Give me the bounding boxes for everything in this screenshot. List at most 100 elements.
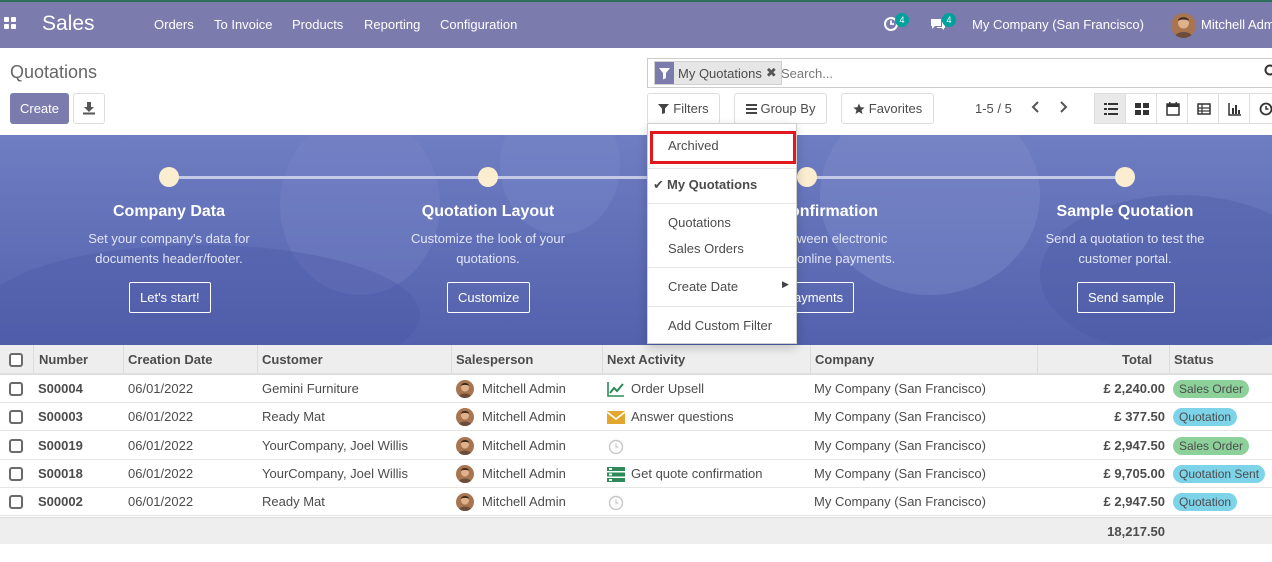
filter-archived[interactable]: Archived [668, 138, 719, 153]
top-navbar: Sales Orders To Invoice Products Reporti… [0, 0, 1272, 48]
row-total: £ 2,947.50 [1103, 494, 1165, 510]
lets-start-button[interactable]: Let's start! [129, 282, 211, 313]
table-icon [1197, 103, 1211, 115]
filters-button[interactable]: Filters [647, 93, 720, 124]
order-number: S00019 [38, 437, 83, 453]
clock-icon[interactable] [607, 494, 625, 511]
customer-name: YourCompany, Joel Willis [262, 465, 408, 481]
customer-name: Gemini Furniture [262, 381, 359, 396]
search-input[interactable]: Search... [781, 66, 833, 81]
facet-label: My Quotations [678, 65, 762, 81]
status-badge: Sales Order [1173, 380, 1250, 398]
header-company[interactable]: Company [815, 352, 874, 367]
view-list-button[interactable] [1094, 93, 1126, 124]
header-creation-date[interactable]: Creation Date [128, 352, 213, 367]
table-row[interactable]: S00018 06/01/2022 YourCompany, Joel Willis… [0, 459, 1272, 488]
check-icon: ✔ [653, 177, 664, 192]
next-activity: Get quote confirmation [631, 465, 763, 481]
table-row[interactable]: S00004 06/01/2022 Gemini Furniture Mitchell… [0, 375, 1272, 403]
clock-icon[interactable] [607, 438, 625, 454]
view-pivot-button[interactable] [1187, 93, 1219, 124]
salesperson-name: Mitchell Admin [482, 381, 566, 396]
header-status[interactable]: Status [1174, 352, 1214, 367]
filter-create-date[interactable]: Create Date [668, 279, 738, 294]
search-icon[interactable] [1264, 64, 1272, 78]
pager-next-icon[interactable] [1057, 100, 1069, 114]
messages-count-badge: 4 [942, 13, 956, 27]
search-facet-my-quotations[interactable]: My Quotations ✖ [654, 61, 782, 85]
next-activity: Order Upsell [631, 381, 704, 396]
filters-label: Filters [673, 101, 709, 116]
customer-name: YourCompany, Joel Willis [262, 437, 408, 453]
export-button[interactable] [73, 93, 105, 124]
filter-my-quotations[interactable]: ✔ My Quotations [653, 177, 757, 193]
menu-reporting[interactable]: Reporting [364, 17, 420, 32]
filter-sales-orders[interactable]: Sales Orders [668, 241, 744, 256]
step-dot-confirmation [797, 167, 817, 187]
chart-line-icon[interactable] [607, 381, 625, 397]
table-row[interactable]: S00002 06/01/2022 Ready Mat Mitchell Admin M… [0, 488, 1272, 517]
row-checkbox[interactable] [9, 382, 23, 396]
row-checkbox[interactable] [9, 438, 23, 453]
user-avatar[interactable] [1171, 13, 1196, 38]
menu-orders[interactable]: Orders [154, 17, 194, 32]
select-all-checkbox[interactable] [9, 353, 23, 367]
app-name[interactable]: Sales [42, 12, 95, 36]
header-salesperson[interactable]: Salesperson [456, 352, 533, 367]
pager-value[interactable]: 1-5 / 5 [975, 101, 1012, 116]
step-desc-sample-quotation: Send a quotation to test the customer por… [1045, 231, 1205, 266]
pager-previous-icon[interactable] [1030, 100, 1042, 114]
bar-chart-icon [1228, 103, 1241, 116]
view-calendar-button[interactable] [1156, 93, 1188, 124]
tasks-icon[interactable] [607, 466, 625, 482]
row-total: £ 2,240.00 [1103, 381, 1165, 396]
salesperson-name: Mitchell Admin [482, 465, 566, 481]
star-icon [853, 103, 865, 114]
row-total: £ 2,947.50 [1103, 437, 1165, 453]
user-menu[interactable]: Mitchell Admin [1201, 17, 1272, 32]
row-checkbox[interactable] [9, 495, 23, 510]
header-total[interactable]: Total [1122, 352, 1152, 367]
menu-products[interactable]: Products [292, 17, 343, 32]
status-badge: Quotation [1173, 408, 1238, 427]
envelope-icon[interactable] [606, 409, 626, 425]
add-custom-filter[interactable]: Add Custom Filter [668, 318, 772, 333]
salesperson-avatar [456, 408, 474, 427]
menu-configuration[interactable]: Configuration [440, 17, 517, 32]
table-header: Number Creation Date Customer Salesperso… [0, 345, 1272, 375]
filter-quotations[interactable]: Quotations [668, 215, 731, 230]
salesperson-avatar [456, 436, 474, 455]
caret-right-icon: ▶ [782, 279, 789, 289]
create-button[interactable]: Create [10, 93, 69, 124]
filters-dropdown: Archived ✔ My Quotations Quotations Sales… [647, 123, 797, 344]
group-by-button[interactable]: Group By [734, 93, 827, 124]
table-row[interactable]: S00019 06/01/2022 YourCompany, Joel Willis… [0, 432, 1272, 460]
list-icon [1104, 103, 1118, 115]
step-desc-confirmation: ween electronic online payments. [797, 231, 896, 266]
menu-to-invoice[interactable]: To Invoice [214, 17, 273, 32]
customize-button[interactable]: Customize [447, 282, 531, 313]
header-next-activity[interactable]: Next Activity [607, 352, 685, 367]
salesperson-name: Mitchell Admin [482, 409, 566, 425]
header-customer[interactable]: Customer [262, 352, 323, 367]
remove-facet-icon[interactable]: ✖ [766, 65, 781, 81]
header-number[interactable]: Number [39, 352, 88, 367]
favorites-button[interactable]: Favorites [841, 93, 934, 124]
send-sample-button[interactable]: Send sample [1077, 282, 1175, 313]
table-row[interactable]: S00003 06/01/2022 Ready Mat Mitchell Admin A… [0, 403, 1272, 432]
activity-count-badge: 4 [895, 13, 909, 27]
company-switcher[interactable]: My Company (San Francisco) [972, 17, 1144, 32]
view-graph-button[interactable] [1218, 93, 1250, 124]
apps-menu-icon[interactable] [4, 17, 18, 31]
row-checkbox[interactable] [9, 410, 23, 425]
bars-icon [745, 103, 757, 114]
column-separator [1037, 345, 1038, 373]
view-activity-button[interactable] [1249, 93, 1272, 124]
row-checkbox[interactable] [9, 466, 23, 481]
company-name: My Company (San Francisco) [814, 494, 986, 510]
favorites-label: Favorites [868, 101, 923, 116]
company-name: My Company (San Francisco) [814, 437, 986, 453]
activity-view-clock-icon [1259, 102, 1272, 116]
payments-button[interactable]: ayments [787, 282, 855, 313]
view-kanban-button[interactable] [1125, 93, 1157, 124]
